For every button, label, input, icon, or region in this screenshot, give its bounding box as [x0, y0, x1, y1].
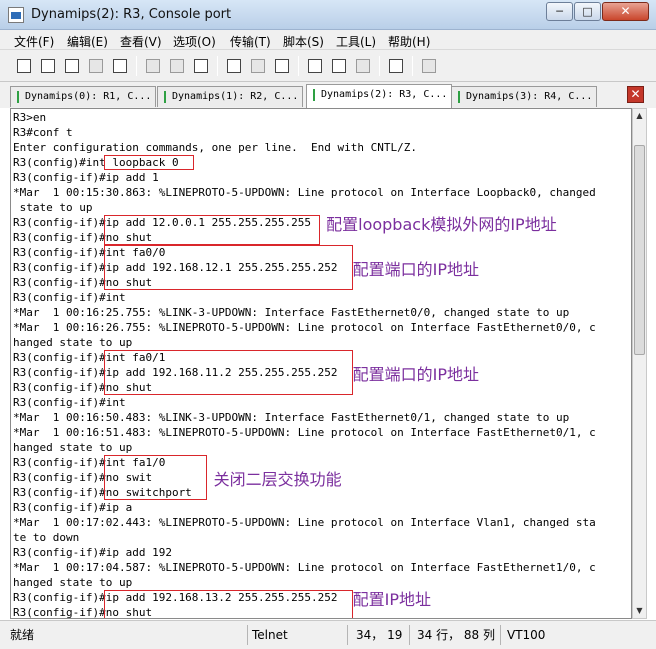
terminal-line: hanged state to up: [13, 441, 133, 454]
terminal-line: R3(config-if)#ip a: [13, 501, 133, 514]
sftp-icon[interactable]: [419, 56, 439, 76]
menu-transfer[interactable]: 传输(T): [230, 33, 271, 50]
terminal-line: *Mar 1 00:16:51.483: %LINEPROTO-5-UPDOWN…: [13, 426, 596, 439]
annotation-note: 关闭二层交换功能: [213, 470, 342, 489]
terminal-output[interactable]: R3>en R3#conf t Enter configuration comman…: [10, 108, 632, 619]
toolbar: [0, 50, 656, 82]
menu-edit[interactable]: 编辑(E): [67, 33, 108, 50]
menu-help[interactable]: 帮助(H): [388, 33, 430, 50]
status-divider: [247, 625, 248, 645]
annotation-note: 配置端口的IP地址: [352, 365, 479, 384]
highlight-box: [103, 245, 353, 290]
copy-icon[interactable]: [143, 56, 163, 76]
tab-dynamips-0[interactable]: Dynamips(0): R1, C...: [10, 86, 156, 107]
highlight-box: [103, 590, 353, 618]
print-icon[interactable]: [272, 56, 292, 76]
highlight-box: [103, 350, 353, 395]
annotation-note: 配置IP地址: [352, 590, 431, 609]
terminal-line: *Mar 1 00:16:50.483: %LINK-3-UPDOWN: Int…: [13, 411, 570, 424]
toolbar-divider: [217, 56, 218, 76]
connect-icon[interactable]: [14, 56, 34, 76]
status-size: 34 行， 88 列: [417, 628, 495, 642]
annotation-note: 配置loopback模拟外网的IP地址: [326, 215, 557, 234]
terminal-line: *Mar 1 00:15:30.863: %LINEPROTO-5-UPDOWN…: [13, 186, 596, 199]
app-icon: [8, 7, 24, 23]
status-divider: [347, 625, 348, 645]
terminal-line: R3>en: [13, 111, 47, 124]
terminal-line: te to down: [13, 531, 80, 544]
terminal-line: *Mar 1 00:17:04.587: %LINEPROTO-5-UPDOWN…: [13, 561, 596, 574]
terminal-line: R3#conf t: [13, 126, 73, 139]
window-title: Dynamips(2): R3, Console port: [31, 7, 232, 22]
scroll-thumb[interactable]: [634, 145, 645, 355]
toolbar-divider: [412, 56, 413, 76]
tab-dynamips-1[interactable]: Dynamips(1): R2, C...: [157, 86, 303, 107]
tab-dynamips-2[interactable]: Dynamips(2): R3, C...: [306, 84, 452, 108]
terminal-scrollbar[interactable]: ▲ ▼: [632, 108, 647, 619]
status-cursor: 34， 19: [356, 628, 403, 642]
title-bar[interactable]: Dynamips(2): R3, Console port ─ □ ✕: [0, 0, 656, 30]
toolbar-divider: [136, 56, 137, 76]
highlight-box: [103, 215, 320, 245]
terminal-line: R3(config-if)#int: [13, 396, 126, 409]
highlight-box: [103, 455, 207, 500]
terminal-line: *Mar 1 00:16:25.755: %LINK-3-UPDOWN: Int…: [13, 306, 570, 319]
scroll-down-icon[interactable]: ▼: [633, 604, 646, 618]
close-button[interactable]: ✕: [602, 2, 649, 21]
disconnect-icon[interactable]: [110, 56, 130, 76]
terminal-line: hanged state to up: [13, 576, 133, 589]
menu-options[interactable]: 选项(O): [173, 33, 216, 50]
scroll-up-icon[interactable]: ▲: [633, 109, 646, 123]
status-state: 就绪: [10, 628, 35, 642]
status-emulation: VT100: [507, 628, 546, 642]
toolbar-divider: [379, 56, 380, 76]
terminal-line: *Mar 1 00:17:02.443: %LINEPROTO-5-UPDOWN…: [13, 516, 596, 529]
paste-icon[interactable]: [167, 56, 187, 76]
terminal-line: *Mar 1 00:16:26.755: %LINEPROTO-5-UPDOWN…: [13, 321, 596, 334]
close-tab-icon[interactable]: ✕: [627, 86, 644, 103]
menu-tools[interactable]: 工具(L): [336, 33, 376, 50]
annotation-note: 配置端口的IP地址: [352, 260, 479, 279]
status-protocol: Telnet: [252, 628, 288, 642]
menu-file[interactable]: 文件(F): [14, 33, 54, 50]
menu-bar: 文件(F) 编辑(E) 查看(V) 选项(O) 传输(T) 脚本(S) 工具(L…: [0, 30, 656, 50]
help-icon[interactable]: [386, 56, 406, 76]
minimize-button[interactable]: ─: [546, 2, 573, 21]
print-preview-icon[interactable]: [248, 56, 268, 76]
terminal-line: R3(config-if)#ip add 192: [13, 546, 172, 559]
toolbar-divider: [298, 56, 299, 76]
session-options-icon[interactable]: [305, 56, 325, 76]
status-divider: [500, 625, 501, 645]
tab-bar: Dynamips(0): R1, C... Dynamips(1): R2, C…: [0, 82, 656, 108]
print-setup-icon[interactable]: [224, 56, 244, 76]
find-icon[interactable]: [191, 56, 211, 76]
reconnect-icon[interactable]: [86, 56, 106, 76]
terminal-line: state to up: [13, 201, 93, 214]
menu-script[interactable]: 脚本(S): [283, 33, 324, 50]
maximize-button[interactable]: □: [574, 2, 601, 21]
terminal-line: hanged state to up: [13, 336, 133, 349]
quick-connect-icon[interactable]: [38, 56, 58, 76]
global-options-icon[interactable]: [329, 56, 349, 76]
highlight-box: [103, 155, 194, 170]
terminal-line: Enter configuration commands, one per li…: [13, 141, 417, 154]
menu-view[interactable]: 查看(V): [120, 33, 162, 50]
connect-tab-icon[interactable]: [62, 56, 82, 76]
tab-dynamips-3[interactable]: Dynamips(3): R4, C...: [451, 86, 597, 107]
status-bar: 就绪 Telnet 34， 19 34 行， 88 列 VT100: [0, 620, 656, 649]
terminal-line: R3(config-if)#ip add 1: [13, 171, 159, 184]
status-divider: [409, 625, 410, 645]
terminal-line: R3(config-if)#int: [13, 291, 126, 304]
keymap-icon[interactable]: [353, 56, 373, 76]
